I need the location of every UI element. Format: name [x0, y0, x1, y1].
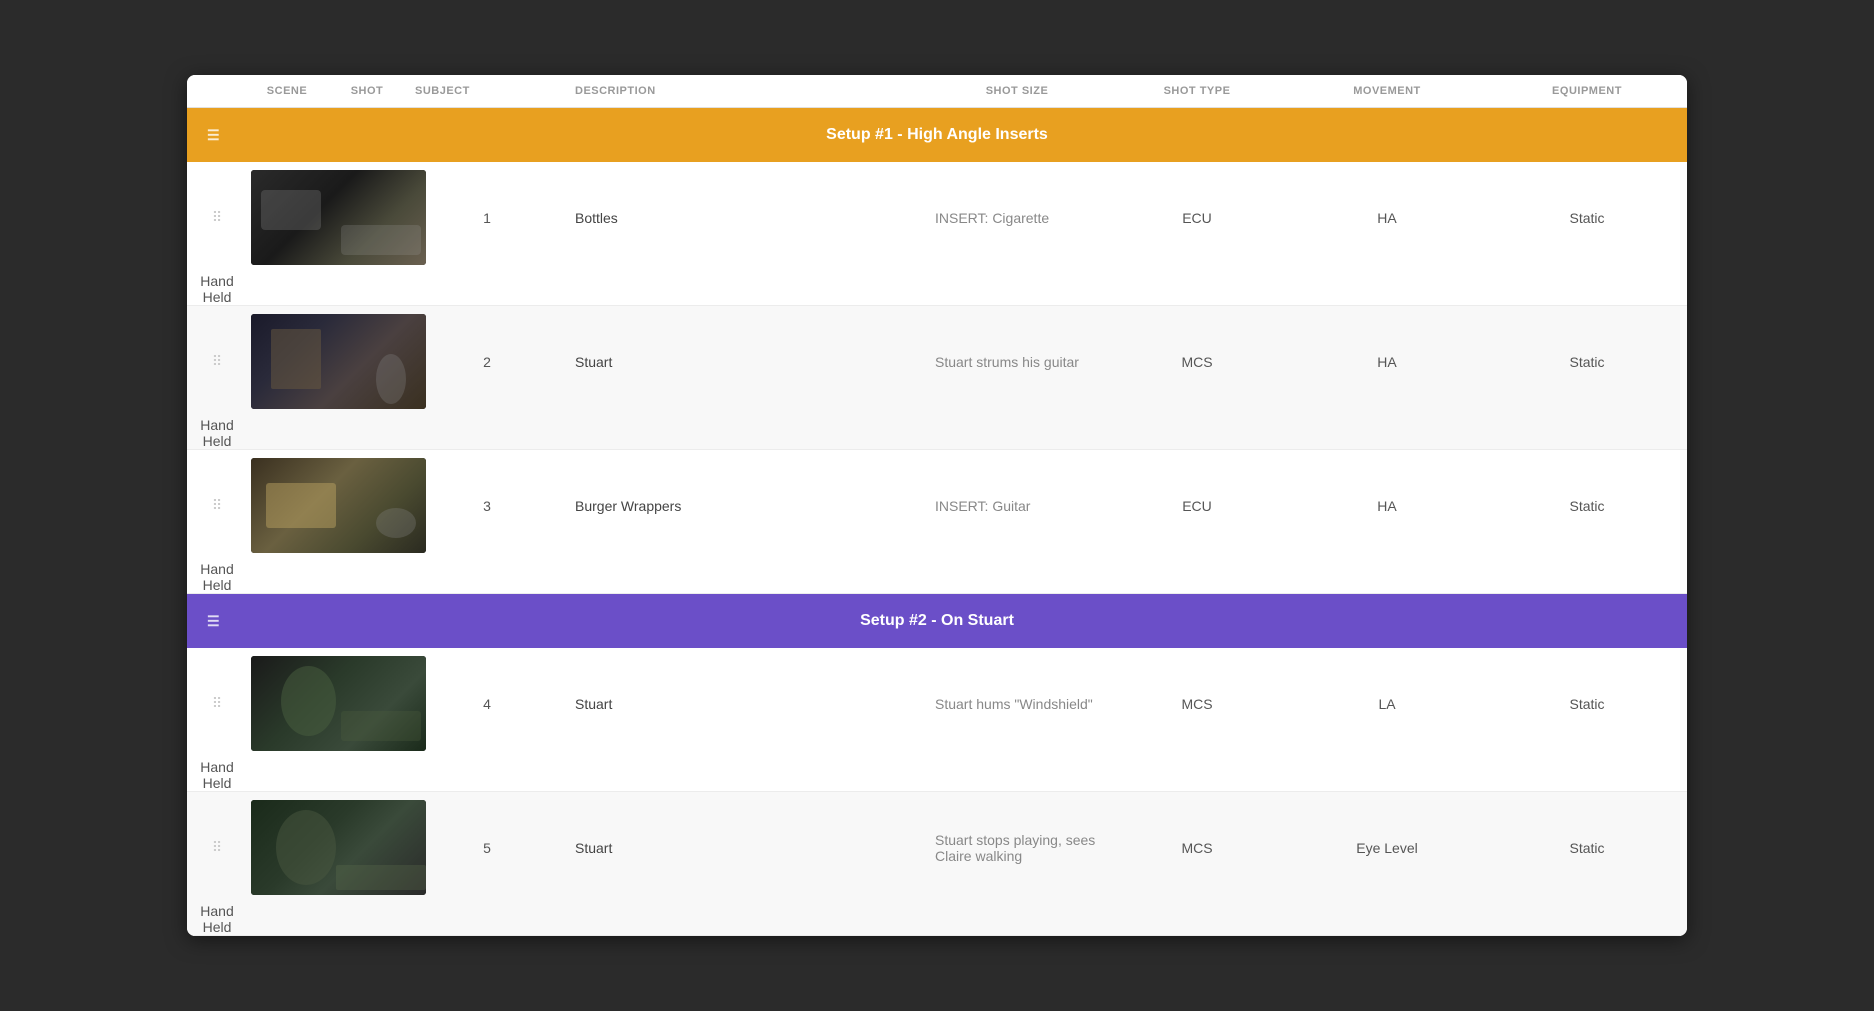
- shot-number-1: 1: [407, 210, 567, 226]
- column-headers: SCENE SHOT SUBJECT DESCRIPTION SHOT SIZE…: [187, 75, 1687, 108]
- shot-number-5: 5: [407, 840, 567, 856]
- app-container: SCENE SHOT SUBJECT DESCRIPTION SHOT SIZE…: [187, 75, 1687, 936]
- description-1: INSERT: Cigarette: [927, 210, 1107, 226]
- shot-row-5: ⠿ 1 5 Stuart Stuart stops playing, sees …: [187, 792, 1687, 936]
- drag-handle-1[interactable]: ⠿: [187, 209, 247, 226]
- movement-3: Static: [1487, 498, 1687, 514]
- shot-size-3: ECU: [1107, 498, 1287, 514]
- subject-5: Stuart: [567, 840, 927, 856]
- shot-row-1: ⠿ 1 1 Bottles INSERT: Cigarette ECU HA S…: [187, 162, 1687, 306]
- col-shot-type: SHOT TYPE: [1107, 85, 1287, 97]
- equipment-4: Hand Held: [187, 759, 247, 791]
- shot-size-2: MCS: [1107, 354, 1287, 370]
- movement-4: Static: [1487, 696, 1687, 712]
- equipment-2: Hand Held: [187, 417, 247, 449]
- thumbnail-img-4: [251, 656, 426, 751]
- shot-row-2: ⠿ 1 2 Stuart Stuart strums his guitar MC…: [187, 306, 1687, 450]
- equipment-1: Hand Held: [187, 273, 247, 305]
- drag-handle-5[interactable]: ⠿: [187, 839, 247, 856]
- thumbnail-img-5: [251, 800, 426, 895]
- shot-row-4: ⠿ 1 4 Stuart Stuart hums "Windshield" MC…: [187, 648, 1687, 792]
- shot-number-4: 4: [407, 696, 567, 712]
- col-equipment: EQUIPMENT: [1487, 85, 1687, 97]
- thumbnail-cell-4: [247, 648, 327, 759]
- movement-1: Static: [1487, 210, 1687, 226]
- thumbnail-4: [251, 656, 426, 751]
- setup-1-title: Setup #1 - High Angle Inserts: [826, 126, 1048, 144]
- equipment-5: Hand Held: [187, 903, 247, 935]
- setup-1-banner-wrapper: ☰ Setup #1 - High Angle Inserts: [187, 108, 1687, 162]
- col-description: DESCRIPTION: [567, 85, 927, 97]
- drag-handle-4[interactable]: ⠿: [187, 695, 247, 712]
- setup-1-banner[interactable]: ☰ Setup #1 - High Angle Inserts: [187, 108, 1687, 162]
- subject-4: Stuart: [567, 696, 927, 712]
- setup-2-title: Setup #2 - On Stuart: [860, 612, 1014, 630]
- setup-2-banner[interactable]: ☰ Setup #2 - On Stuart: [187, 594, 1687, 648]
- shot-number-2: 2: [407, 354, 567, 370]
- drag-handle-3[interactable]: ⠿: [187, 497, 247, 514]
- shot-row-3: ⠿ 1 3 Burger Wrappers INSERT: Guitar ECU…: [187, 450, 1687, 594]
- thumbnail-img-3: [251, 458, 426, 553]
- movement-2: Static: [1487, 354, 1687, 370]
- description-2: Stuart strums his guitar: [927, 354, 1107, 370]
- subject-1: Bottles: [567, 210, 927, 226]
- col-movement: MOVEMENT: [1287, 85, 1487, 97]
- shot-type-3: HA: [1287, 498, 1487, 514]
- thumbnail-2: [251, 314, 426, 409]
- subject-2: Stuart: [567, 354, 927, 370]
- description-5: Stuart stops playing, sees Claire walkin…: [927, 832, 1107, 864]
- col-scene: SCENE: [247, 85, 327, 97]
- shot-type-1: HA: [1287, 210, 1487, 226]
- thumbnail-cell-2: [247, 306, 327, 417]
- setup-2-banner-wrapper: ☰ Setup #2 - On Stuart: [187, 594, 1687, 648]
- thumbnail-cell-3: [247, 450, 327, 561]
- thumbnail-img-1: [251, 170, 426, 265]
- thumbnail-cell-1: [247, 162, 327, 273]
- movement-5: Static: [1487, 840, 1687, 856]
- setup-2-menu-icon[interactable]: ☰: [207, 613, 220, 630]
- col-subject: SUBJECT: [407, 85, 567, 97]
- thumbnail-3: [251, 458, 426, 553]
- drag-handle-2[interactable]: ⠿: [187, 353, 247, 370]
- shot-size-1: ECU: [1107, 210, 1287, 226]
- thumbnail-img-2: [251, 314, 426, 409]
- shot-type-4: LA: [1287, 696, 1487, 712]
- shot-size-5: MCS: [1107, 840, 1287, 856]
- thumbnail-1: [251, 170, 426, 265]
- col-shot-size: SHOT SIZE: [927, 85, 1107, 97]
- shot-size-4: MCS: [1107, 696, 1287, 712]
- thumbnail-cell-5: [247, 792, 327, 903]
- col-drag: [187, 85, 247, 97]
- equipment-3: Hand Held: [187, 561, 247, 593]
- description-3: INSERT: Guitar: [927, 498, 1107, 514]
- description-4: Stuart hums "Windshield": [927, 696, 1107, 712]
- thumbnail-5: [251, 800, 426, 895]
- shot-type-2: HA: [1287, 354, 1487, 370]
- shot-number-3: 3: [407, 498, 567, 514]
- shot-type-5: Eye Level: [1287, 840, 1487, 856]
- subject-3: Burger Wrappers: [567, 498, 927, 514]
- setup-1-menu-icon[interactable]: ☰: [207, 127, 220, 144]
- col-shot: SHOT: [327, 85, 407, 97]
